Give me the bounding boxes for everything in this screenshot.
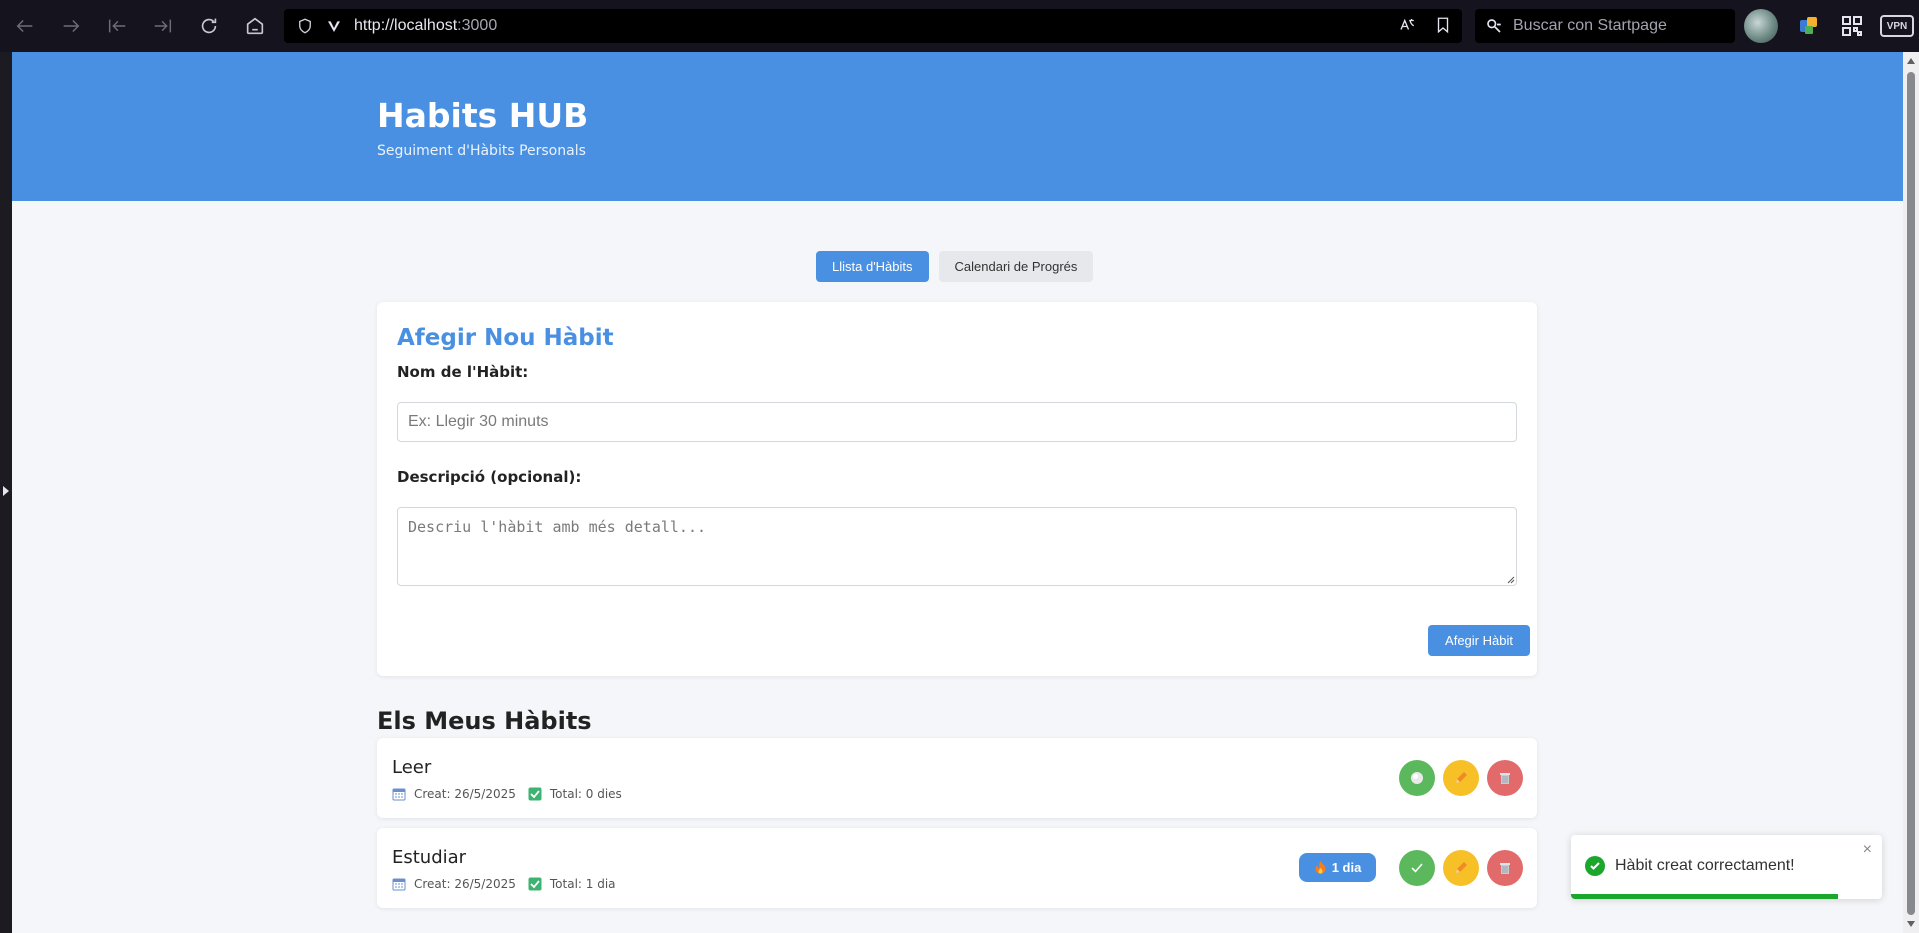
habit-name-input[interactable] — [397, 402, 1517, 442]
bookmark-icon[interactable] — [1434, 16, 1452, 34]
habit-actions — [1399, 760, 1523, 796]
browser-toolbar: http://localhost:3000 Buscar con Startpa… — [0, 0, 1919, 52]
calendar-icon — [392, 788, 406, 801]
habits-section-title: Els Meus Hàbits — [377, 707, 592, 735]
app-subtitle: Seguiment d'Hàbits Personals — [377, 143, 586, 159]
expand-arrow-icon — [3, 486, 9, 496]
pencil-icon — [1456, 862, 1467, 873]
qr-code-icon[interactable] — [1840, 14, 1864, 38]
view-tabs: Llista d'Hàbits Calendari de Progrés — [816, 251, 1094, 282]
check-box-icon — [528, 787, 542, 801]
streak-badge: 1 dia — [1299, 853, 1376, 882]
sidebar-toggle[interactable] — [0, 52, 12, 933]
habit-meta: Creat: 26/5/2025 Total: 0 dies — [392, 787, 622, 801]
success-icon — [1585, 856, 1605, 876]
extension-icon[interactable] — [1797, 14, 1821, 38]
habit-name: Leer — [392, 757, 432, 778]
search-field[interactable]: Buscar con Startpage — [1475, 9, 1735, 43]
trash-icon — [1500, 773, 1510, 784]
habit-name-label: Nom de l'Hàbit: — [397, 363, 529, 381]
scrollbar-thumb[interactable] — [1907, 72, 1915, 915]
streak-text: 1 dia — [1331, 860, 1362, 875]
pencil-icon — [1456, 772, 1467, 783]
translate-icon[interactable] — [1398, 16, 1416, 34]
edit-button[interactable] — [1443, 850, 1479, 886]
complete-button[interactable] — [1399, 760, 1435, 796]
success-toast: Hàbit creat correctament! × — [1571, 835, 1882, 899]
forward-icon[interactable] — [49, 4, 93, 48]
add-habit-button[interactable]: Afegir Hàbit — [1428, 625, 1530, 656]
habit-name: Estudiar — [392, 847, 467, 868]
trash-icon — [1500, 863, 1510, 874]
reload-icon[interactable] — [187, 4, 231, 48]
habit-created-date: Creat: 26/5/2025 — [414, 787, 516, 801]
search-placeholder: Buscar con Startpage — [1513, 17, 1667, 34]
toast-progress-bar — [1571, 894, 1839, 899]
page-scrollbar[interactable] — [1903, 52, 1919, 933]
edit-button[interactable] — [1443, 760, 1479, 796]
check-icon — [1411, 863, 1423, 873]
delete-button[interactable] — [1487, 760, 1523, 796]
habit-card: Leer Creat: 26/5/2025 Total: 0 dies — [377, 738, 1537, 818]
scroll-up-icon[interactable] — [1907, 58, 1915, 64]
tab-habit-list[interactable]: Llista d'Hàbits — [816, 251, 929, 282]
habit-card: Estudiar Creat: 26/5/2025 Total: 1 dia 1… — [377, 828, 1537, 908]
app-header: Habits HUB Seguiment d'Hàbits Personals — [12, 52, 1903, 201]
search-engine-icon — [1487, 19, 1501, 33]
close-icon[interactable]: × — [1863, 841, 1872, 859]
delete-button[interactable] — [1487, 850, 1523, 886]
habit-created-date: Creat: 26/5/2025 — [414, 877, 516, 891]
rewind-icon[interactable] — [95, 4, 139, 48]
description-label: Descripció (opcional): — [397, 468, 582, 486]
completed-button[interactable] — [1399, 850, 1435, 886]
url-text: http://localhost:3000 — [354, 17, 497, 35]
home-icon[interactable] — [233, 4, 277, 48]
fire-icon — [1315, 861, 1326, 874]
vpn-button[interactable]: VPN — [1880, 15, 1914, 37]
description-textarea[interactable] — [397, 507, 1517, 586]
profile-avatar[interactable] — [1744, 9, 1778, 43]
fast-forward-icon[interactable] — [141, 4, 185, 48]
calendar-icon — [392, 878, 406, 891]
url-port: :3000 — [457, 17, 498, 34]
back-icon[interactable] — [3, 4, 47, 48]
white-circle-icon — [1411, 772, 1423, 784]
resize-handle-icon[interactable] — [1507, 576, 1515, 584]
form-title: Afegir Nou Hàbit — [397, 325, 614, 351]
habit-meta: Creat: 26/5/2025 Total: 1 dia — [392, 877, 616, 891]
app-title: Habits HUB — [377, 96, 589, 135]
habit-actions — [1399, 850, 1523, 886]
toast-message: Hàbit creat correctament! — [1615, 857, 1795, 874]
habit-total-days: Total: 1 dia — [549, 877, 616, 891]
page-viewport: Habits HUB Seguiment d'Hàbits Personals … — [12, 52, 1903, 933]
habit-total-days: Total: 0 dies — [549, 787, 622, 801]
scroll-down-icon[interactable] — [1907, 921, 1915, 927]
url-host: http://localhost — [354, 17, 458, 34]
tab-progress-calendar[interactable]: Calendari de Progrés — [938, 251, 1094, 282]
address-bar[interactable]: http://localhost:3000 — [284, 9, 1462, 43]
shield-icon[interactable] — [296, 17, 314, 35]
vivaldi-logo-icon — [328, 21, 340, 32]
check-box-icon — [528, 877, 542, 891]
add-habit-form: Afegir Nou Hàbit Nom de l'Hàbit: Descrip… — [377, 302, 1537, 676]
